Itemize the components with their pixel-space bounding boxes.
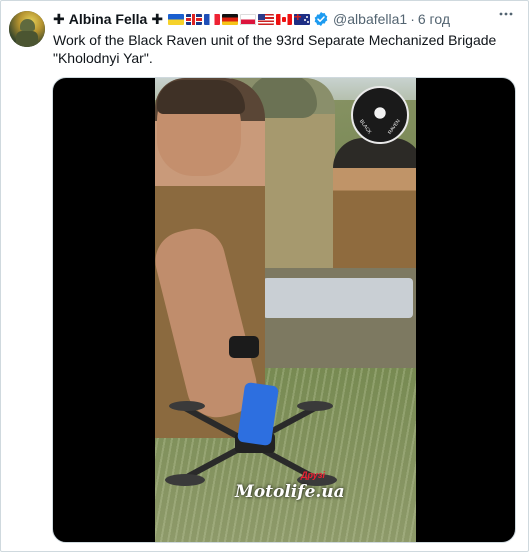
separator-dot: · xyxy=(410,11,415,27)
name-prefix-symbol: ✚ xyxy=(53,11,65,27)
name-suffix-symbol: ✚ xyxy=(151,11,164,27)
video-frame[interactable]: BLACK RAVEN Друзі Motolife.ua xyxy=(155,78,416,542)
tweet-card[interactable]: ✚ Albina Fella ✚ @albafella1 · 6 год Wor… xyxy=(0,0,529,552)
video-case-lid xyxy=(263,278,413,318)
flag-emoji-list xyxy=(168,13,311,25)
flag-usa-icon xyxy=(258,13,275,25)
verified-badge-icon xyxy=(314,12,328,26)
tweet-text: Work of the Black Raven unit of the 93rd… xyxy=(53,32,497,66)
tweet-header: ✚ Albina Fella ✚ @albafella1 · 6 год xyxy=(53,10,450,28)
flag-poland-icon xyxy=(240,13,257,25)
user-handle[interactable]: @albafella1 xyxy=(333,10,407,28)
video-watermark: Друзі Motolife.ua xyxy=(235,470,345,504)
flag-france-icon xyxy=(204,13,221,25)
tweet-media[interactable]: BLACK RAVEN Друзі Motolife.ua xyxy=(52,77,516,543)
flag-australia-icon xyxy=(294,13,311,25)
watermark-text: Motolife.ua xyxy=(235,482,345,502)
watermark-badge: Друзі xyxy=(301,470,325,480)
video-wristwatch xyxy=(229,336,259,358)
flag-uk-icon xyxy=(186,13,203,25)
video-soldier-right xyxy=(333,138,416,288)
avatar[interactable] xyxy=(9,11,45,47)
flag-canada-icon xyxy=(276,13,293,25)
display-name[interactable]: Albina Fella xyxy=(69,10,148,28)
avatar-helmet xyxy=(20,19,35,31)
more-options-icon[interactable] xyxy=(498,6,514,22)
black-raven-logo: BLACK RAVEN xyxy=(351,86,409,144)
avatar-figure xyxy=(16,31,38,47)
raven-emblem-icon xyxy=(367,100,393,126)
video-soldier-head xyxy=(157,80,245,176)
flag-germany-icon xyxy=(222,13,239,25)
flag-ukraine-icon xyxy=(168,13,185,25)
timestamp[interactable]: 6 год xyxy=(418,10,450,28)
